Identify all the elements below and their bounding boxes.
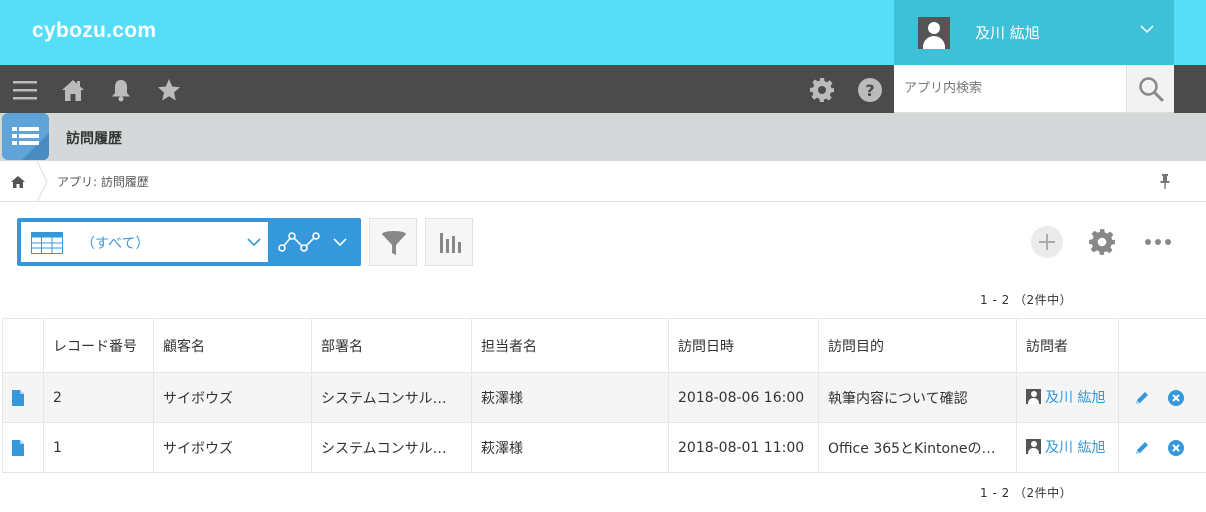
top-header: cybozu.com 及川 紘旭: [0, 0, 1206, 65]
breadcrumb: アプリ: 訪問履歴: [0, 161, 1206, 202]
cell-purpose: 執筆内容について確認: [818, 372, 1017, 423]
user-avatar-icon: [918, 16, 950, 49]
pin-icon[interactable]: [1158, 173, 1172, 189]
breadcrumb-separator-icon: [36, 161, 48, 202]
edit-pencil-icon[interactable]: [1134, 390, 1150, 406]
column-header[interactable]: 部署名: [311, 318, 472, 373]
pager-bottom: 1 - 2 （2件中）: [980, 486, 1073, 500]
cell-contact: 萩澤様: [471, 372, 669, 423]
column-header-actions: [1118, 318, 1206, 373]
cell-department: システムコンサル…: [311, 372, 472, 423]
menu-icon[interactable]: [12, 77, 38, 103]
user-icon: [1026, 389, 1041, 405]
cell-actions: [1118, 422, 1206, 473]
breadcrumb-app-link[interactable]: アプリ: 訪問履歴: [57, 173, 149, 190]
record-detail-cell: [2, 372, 44, 423]
column-header[interactable]: 訪問目的: [818, 318, 1017, 373]
notification-bell-icon[interactable]: [108, 77, 134, 103]
document-icon[interactable]: [12, 389, 24, 406]
column-header[interactable]: レコード番号: [43, 318, 154, 373]
table-row: 2 サイボウズ システムコンサル… 萩澤様 2018-08-06 16:00 執…: [2, 372, 1206, 423]
cell-purpose: Office 365とKintoneの…: [818, 422, 1017, 473]
app-list-icon: [2, 113, 49, 160]
cell-customer: サイボウズ: [153, 372, 312, 423]
search-button[interactable]: [1126, 65, 1174, 112]
cybozu-logo[interactable]: cybozu.com: [32, 19, 156, 43]
view-selected-label: （すべて）: [81, 236, 150, 252]
column-header-detail: [2, 318, 44, 373]
cell-contact: 萩澤様: [471, 422, 669, 473]
cell-visitor: 及川 紘旭: [1016, 372, 1119, 423]
app-settings-gear-icon[interactable]: [1088, 228, 1116, 256]
more-options-icon[interactable]: [1144, 238, 1172, 246]
home-icon[interactable]: [60, 77, 86, 103]
add-record-button[interactable]: [1031, 226, 1063, 258]
cell-visitor: 及川 紘旭: [1016, 422, 1119, 473]
visitor-link[interactable]: 及川 紘旭: [1026, 437, 1105, 457]
chevron-down-icon[interactable]: [1140, 22, 1154, 36]
search-icon: [1139, 77, 1164, 102]
visitor-name: 及川 紘旭: [1045, 389, 1106, 406]
view-selector: （すべて）: [17, 218, 361, 266]
app-title-bar: [0, 113, 1206, 161]
plus-icon: [1039, 234, 1055, 250]
pager-top: 1 - 2 （2件中）: [980, 293, 1073, 307]
visitor-link[interactable]: 及川 紘旭: [1026, 387, 1105, 407]
settings-gear-icon[interactable]: [809, 77, 835, 103]
cell-actions: [1118, 372, 1206, 423]
column-header[interactable]: 担当者名: [471, 318, 669, 373]
cell-record-no: 1: [43, 422, 154, 473]
delete-circle-icon[interactable]: [1168, 439, 1185, 456]
cell-customer: サイボウズ: [153, 422, 312, 473]
app-title: 訪問履歴: [66, 131, 122, 147]
chevron-down-icon: [247, 238, 261, 247]
graph-chart-icon[interactable]: [278, 230, 320, 254]
document-icon[interactable]: [12, 439, 24, 456]
chevron-down-icon[interactable]: [333, 236, 347, 248]
column-header[interactable]: 顧客名: [153, 318, 312, 373]
filter-button[interactable]: [369, 218, 417, 266]
bar-chart-icon: [440, 233, 461, 253]
view-dropdown[interactable]: （すべて）: [21, 222, 268, 262]
delete-circle-icon[interactable]: [1168, 389, 1185, 406]
user-icon: [1026, 439, 1041, 455]
cell-datetime: 2018-08-01 11:00: [668, 422, 819, 473]
help-icon[interactable]: ?: [857, 77, 883, 103]
records-table: レコード番号 顧客名 部署名 担当者名 訪問日時 訪問目的 訪問者 2 サイボウ…: [2, 318, 1206, 473]
edit-pencil-icon[interactable]: [1134, 440, 1150, 456]
user-menu[interactable]: 及川 紘旭: [894, 0, 1174, 65]
visitor-name: 及川 紘旭: [1045, 439, 1106, 456]
cell-datetime: 2018-08-06 16:00: [668, 372, 819, 423]
table-view-icon: [31, 232, 63, 254]
column-header[interactable]: 訪問者: [1016, 318, 1119, 373]
table-header-row: レコード番号 顧客名 部署名 担当者名 訪問日時 訪問目的 訪問者: [2, 318, 1206, 373]
app-search: [894, 65, 1174, 113]
favorites-star-icon[interactable]: [156, 77, 182, 103]
table-row: 1 サイボウズ システムコンサル… 萩澤様 2018-08-01 11:00 O…: [2, 422, 1206, 473]
svg-text:?: ?: [865, 81, 874, 100]
app-search-input[interactable]: [894, 65, 1126, 112]
cell-record-no: 2: [43, 372, 154, 423]
cell-department: システムコンサル…: [311, 422, 472, 473]
graph-button[interactable]: [425, 218, 473, 266]
record-detail-cell: [2, 422, 44, 473]
user-name: 及川 紘旭: [975, 24, 1040, 42]
breadcrumb-home-icon[interactable]: [10, 174, 26, 190]
column-header[interactable]: 訪問日時: [668, 318, 819, 373]
funnel-icon: [382, 231, 406, 255]
